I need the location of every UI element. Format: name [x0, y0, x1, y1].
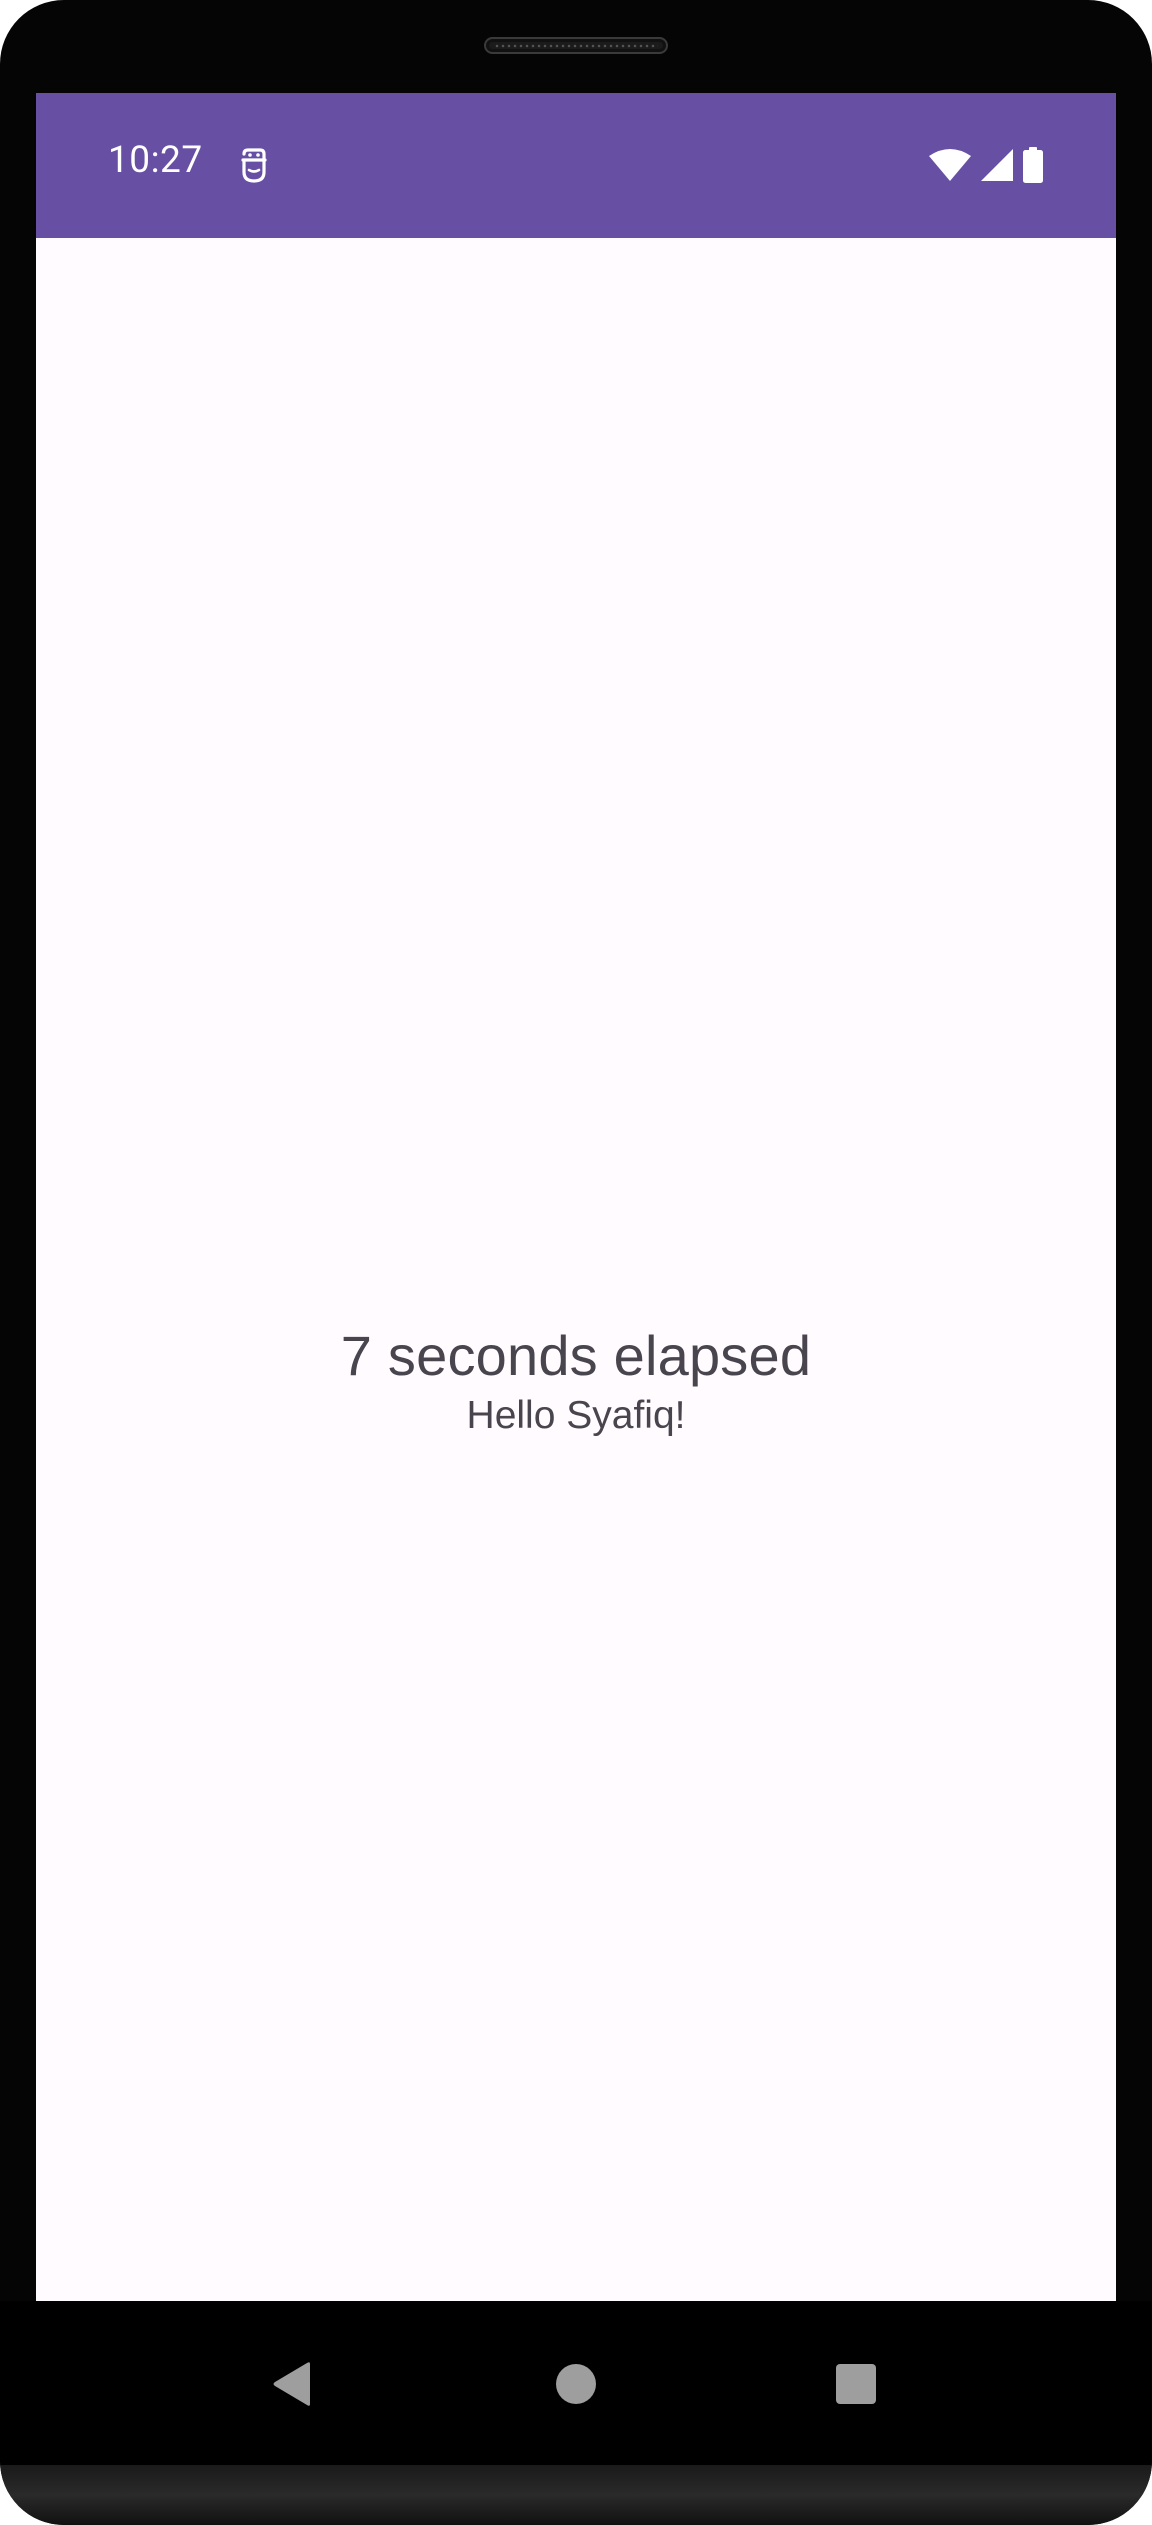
- earpiece-speaker: [484, 37, 668, 54]
- home-icon: [556, 2363, 596, 2404]
- timer-block: 7 seconds elapsed Hello Syafiq!: [36, 1323, 1116, 1443]
- greeting-text: Hello Syafiq!: [466, 1394, 686, 1437]
- notification-icon: [241, 148, 267, 183]
- cellular-signal-icon: [981, 149, 1013, 181]
- back-button[interactable]: [252, 2301, 332, 2466]
- elapsed-time-text: 7 seconds elapsed: [340, 1324, 812, 1387]
- wifi-icon: [929, 149, 971, 181]
- back-icon: [273, 2361, 310, 2406]
- navigation-bar: [0, 2301, 1152, 2466]
- status-time: 10:27: [108, 139, 203, 182]
- device-frame: 10:27 7 seconds elapsed Hello Syafiq!: [0, 0, 1152, 2525]
- device-bottom-edge: [0, 2465, 1152, 2525]
- recents-button[interactable]: [816, 2301, 896, 2466]
- screen: 10:27 7 seconds elapsed Hello Syafiq!: [36, 93, 1116, 2301]
- recents-icon: [836, 2363, 876, 2404]
- battery-icon: [1023, 147, 1043, 183]
- main-content: 7 seconds elapsed Hello Syafiq!: [36, 238, 1116, 2301]
- status-bar: 10:27: [36, 93, 1116, 238]
- status-icons: [928, 147, 1044, 183]
- home-button[interactable]: [536, 2301, 616, 2466]
